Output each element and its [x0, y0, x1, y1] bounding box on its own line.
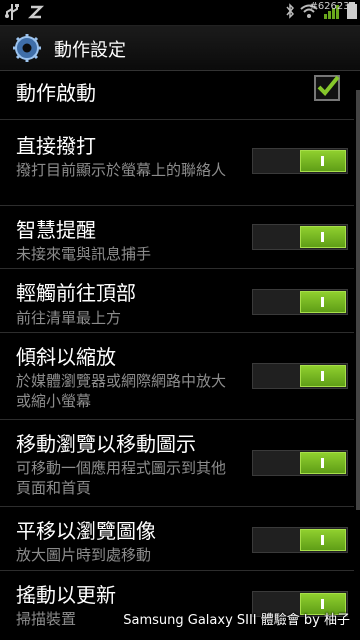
setting-direct-call[interactable]: 直接撥打 撥打目前顯示於螢幕上的聯絡人	[0, 120, 354, 206]
setting-motion-activation[interactable]: 動作啟動	[0, 71, 354, 120]
setting-title: 傾斜以縮放	[16, 345, 116, 369]
usb-icon	[4, 3, 20, 25]
toggle-knob	[300, 529, 346, 551]
toggle-knob	[300, 150, 346, 172]
setting-subtitle: 前往清單最上方	[16, 309, 122, 327]
double-tap-to-top-toggle[interactable]	[252, 289, 348, 315]
direct-call-toggle[interactable]	[252, 148, 348, 174]
scrollbar[interactable]	[356, 90, 360, 510]
setting-title: 輕觸前往頂部	[16, 281, 136, 305]
setting-title: 直接撥打	[16, 134, 96, 158]
setting-pan-to-browse-images[interactable]: 平移以瀏覽圖像 放大圖片時到處移動	[0, 507, 354, 571]
app-title-bar: 動作設定	[0, 26, 360, 71]
setting-shake-to-update[interactable]: 搖動以更新 掃描裝置	[0, 571, 354, 640]
gear-icon	[12, 33, 42, 63]
toggle-knob	[300, 365, 346, 387]
toggle-knob	[300, 452, 346, 474]
toggle-knob	[300, 226, 346, 248]
setting-subtitle: 撥打目前顯示於螢幕上的聯絡人	[16, 161, 227, 179]
status-hex-tag: #626233	[309, 1, 356, 12]
setting-title: 動作啟動	[16, 81, 96, 105]
status-left-icons	[4, 3, 45, 25]
setting-tilt-to-zoom[interactable]: 傾斜以縮放 於媒體瀏覽器或網際網路中放大或縮小螢幕	[0, 333, 354, 420]
settings-list[interactable]: 動作啟動 直接撥打 撥打目前顯示於螢幕上的聯絡人 智慧提醒 未接來電與訊息捕手 …	[0, 71, 360, 640]
setting-title: 移動瀏覽以移動圖示	[16, 432, 196, 456]
page-title: 動作設定	[54, 40, 126, 61]
setting-subtitle: 放大圖片時到處移動	[16, 546, 152, 564]
setting-pan-to-move-icon[interactable]: 移動瀏覽以移動圖示 可移動一個應用程式圖示到其他頁面和首頁	[0, 420, 354, 507]
bluetooth-icon	[285, 3, 295, 22]
debug-icon	[27, 3, 45, 25]
setting-double-tap-to-top[interactable]: 輕觸前往頂部 前往清單最上方	[0, 269, 354, 333]
setting-smart-alert[interactable]: 智慧提醒 未接來電與訊息捕手	[0, 206, 354, 269]
setting-subtitle: 可移動一個應用程式圖示到其他頁面和首頁	[16, 459, 227, 497]
checkmark-icon	[317, 75, 340, 96]
tilt-to-zoom-toggle[interactable]	[252, 363, 348, 389]
setting-title: 搖動以更新	[16, 583, 116, 607]
pan-to-browse-images-toggle[interactable]	[252, 527, 348, 553]
status-bar: #626233	[0, 0, 360, 26]
setting-subtitle: 於媒體瀏覽器或網際網路中放大或縮小螢幕	[16, 372, 227, 410]
watermark: Samsung Galaxy SIII 體驗會 by 柚子	[123, 613, 350, 628]
setting-title: 智慧提醒	[16, 218, 96, 242]
setting-title: 平移以瀏覽圖像	[16, 519, 156, 543]
toggle-knob	[300, 291, 346, 313]
smart-alert-toggle[interactable]	[252, 224, 348, 250]
setting-subtitle: 未接來電與訊息捕手	[16, 245, 152, 263]
motion-activation-checkbox[interactable]	[314, 75, 340, 101]
pan-to-move-icon-toggle[interactable]	[252, 450, 348, 476]
